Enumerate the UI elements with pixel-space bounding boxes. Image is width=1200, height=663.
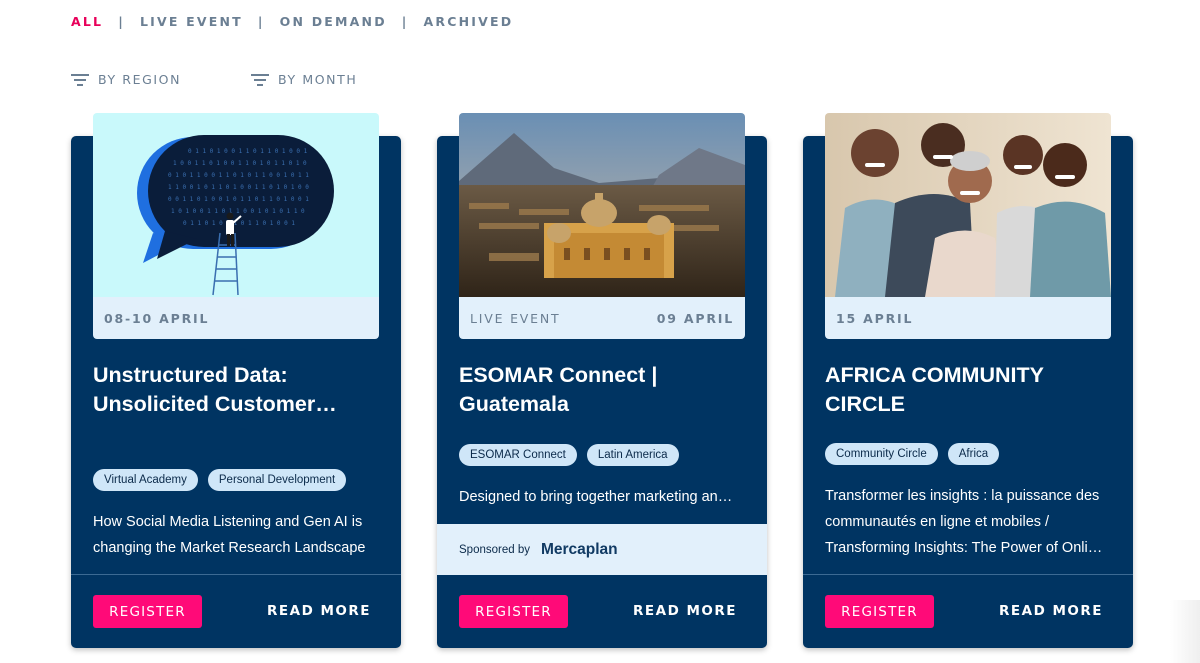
tab-separator: | (257, 14, 265, 29)
event-description: Transformer les insights : la puissance … (825, 488, 1103, 556)
event-date-bar: 15 APRIL (825, 297, 1111, 339)
tag-list: Virtual Academy Personal Development (93, 469, 347, 491)
register-button[interactable]: REGISTER (459, 595, 568, 628)
read-more-link[interactable]: READ MORE (633, 595, 737, 628)
filter-icon (71, 73, 89, 87)
divider (803, 574, 1133, 575)
tag-list: Community Circle Africa (825, 443, 1000, 465)
tag[interactable]: Community Circle (825, 443, 938, 465)
tab-separator: | (401, 14, 409, 29)
read-more-link[interactable]: READ MORE (267, 595, 371, 628)
event-image-guatemala[interactable] (459, 113, 745, 297)
event-card: 15 APRIL AFRICA COMMUNITY CIRCLE Communi… (803, 113, 1133, 648)
sponsor-logo[interactable]: Mercaplan (541, 541, 618, 559)
register-button[interactable]: REGISTER (93, 595, 202, 628)
event-date: 15 APRIL (836, 310, 914, 326)
tag[interactable]: Virtual Academy (93, 469, 198, 491)
event-description: Designed to bring together marketing an… (459, 489, 733, 505)
svg-text:0 1 1 0 1 0 0 1 0 1 1 0 1 0 0: 0 1 1 0 1 0 0 1 0 1 1 0 1 0 0 1 (183, 220, 295, 227)
filter-by-month[interactable]: BY MONTH (251, 72, 357, 87)
svg-text:0 0 1 1 0 1 0 0 1 0 1 1 0 1 1: 0 0 1 1 0 1 0 0 1 0 1 1 0 1 1 0 1 0 0 1 (168, 196, 309, 203)
svg-text:1 0 0 1 1 0 1 0 0 1 1 0 1 0 1: 1 0 0 1 1 0 1 0 0 1 1 0 1 0 1 1 0 1 0 (173, 160, 307, 167)
event-image-speech-bubble[interactable]: 0 1 1 0 1 0 0 1 1 0 1 1 0 1 0 0 1 1 0 0 … (93, 113, 379, 297)
tab-on-demand[interactable]: ON DEMAND (280, 14, 387, 29)
event-type-label: LIVE EVENT (470, 310, 561, 326)
filter-label: BY REGION (98, 72, 182, 87)
event-title[interactable]: Unstructured Data: Unsolicited Customer… (93, 361, 383, 419)
divider (71, 574, 401, 575)
svg-text:0 1 0 1 1 0 0 1 1 0 1 0 1 1 0: 0 1 0 1 1 0 0 1 1 0 1 0 1 1 0 0 1 0 1 1 (168, 172, 309, 179)
tag[interactable]: Africa (947, 443, 1000, 465)
filter-label: BY MONTH (278, 72, 358, 87)
svg-text:0 1 1 0 1 0 0 1 1 0 1 1 0 1 0: 0 1 1 0 1 0 0 1 1 0 1 1 0 1 0 0 1 (188, 148, 308, 155)
event-date: 09 APRIL (656, 310, 734, 326)
event-image-people-group[interactable] (825, 113, 1111, 297)
event-date-bar: LIVE EVENT 09 APRIL (459, 297, 745, 339)
event-card: LIVE EVENT 09 APRIL ESOMAR Connect | Gua… (437, 113, 767, 648)
event-title[interactable]: ESOMAR Connect | Guatemala (459, 361, 749, 419)
sponsor-bar: Sponsored by Mercaplan (437, 524, 767, 575)
tab-all[interactable]: ALL (71, 14, 103, 29)
filter-icon (251, 73, 270, 87)
tag[interactable]: Personal Development (207, 469, 347, 491)
filter-by-region[interactable]: BY REGION (71, 72, 181, 87)
tab-live-event[interactable]: LIVE EVENT (140, 14, 243, 29)
event-title[interactable]: AFRICA COMMUNITY CIRCLE (825, 361, 1115, 419)
tag-list: ESOMAR Connect Latin America (459, 444, 679, 466)
tab-archived[interactable]: ARCHIVED (424, 14, 514, 29)
event-description: How Social Media Listening and Gen AI is… (93, 514, 366, 556)
tab-separator: | (118, 14, 125, 29)
sponsor-label: Sponsored by (459, 543, 530, 556)
edge-shadow (1170, 600, 1200, 663)
event-filter-tabs: ALL | LIVE EVENT | ON DEMAND | ARCHIVED (71, 14, 513, 29)
svg-text:1 1 0 0 1 0 1 1 0 1 0 0 1 1 0: 1 1 0 0 1 0 1 1 0 1 0 0 1 1 0 1 0 1 0 0 (168, 184, 309, 191)
tag[interactable]: Latin America (586, 444, 679, 466)
event-card: 0 1 1 0 1 0 0 1 1 0 1 1 0 1 0 0 1 1 0 0 … (71, 113, 401, 648)
event-date: 08-10 APRIL (104, 310, 210, 326)
filter-bar: BY REGION BY MONTH (71, 72, 357, 87)
tag[interactable]: ESOMAR Connect (459, 444, 577, 466)
register-button[interactable]: REGISTER (825, 595, 934, 628)
event-date-bar: 08-10 APRIL (93, 297, 379, 339)
svg-text:1 0 1 0 0 1 1 0 1 1 0 0 1 0 1: 1 0 1 0 0 1 1 0 1 1 0 0 1 0 1 0 1 1 0 (171, 208, 305, 215)
read-more-link[interactable]: READ MORE (999, 595, 1103, 628)
